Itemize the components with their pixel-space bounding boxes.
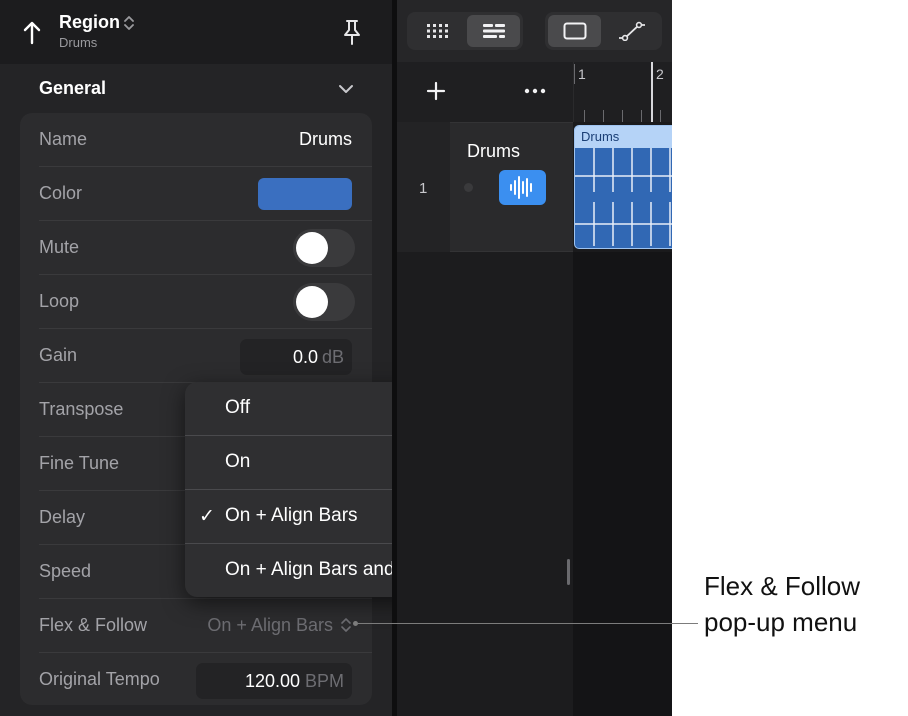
track-indicator bbox=[464, 183, 473, 192]
menu-item-on-align-bars-beats[interactable]: On + Align Bars and Beats bbox=[185, 544, 392, 597]
gain-field[interactable]: 0.0 dB bbox=[240, 339, 352, 375]
gain-label: Gain bbox=[39, 345, 78, 365]
callout-label: Flex & Follow pop-up menu bbox=[704, 568, 904, 640]
mute-label: Mute bbox=[39, 237, 80, 257]
ruler-tick bbox=[660, 110, 661, 122]
region-drum-pattern bbox=[575, 148, 672, 246]
original-tempo-field[interactable]: 120.00 BPM bbox=[196, 663, 352, 699]
list-icon bbox=[482, 24, 505, 38]
mode-segmented-control bbox=[545, 12, 662, 50]
name-label: Name bbox=[39, 129, 88, 149]
window-icon bbox=[563, 22, 586, 40]
pin-icon[interactable] bbox=[340, 18, 364, 46]
flex-follow-popup-menu: Off On ✓ On + Align Bars On + Align Bars… bbox=[185, 382, 392, 597]
fine-tune-label: Fine Tune bbox=[39, 453, 120, 473]
track-name[interactable]: Drums bbox=[467, 141, 520, 162]
tracks-view-button[interactable] bbox=[467, 15, 520, 47]
ruler-tick bbox=[584, 110, 585, 122]
region-name: Drums bbox=[581, 129, 620, 144]
menu-item-label: On + Align Bars and Beats bbox=[225, 559, 392, 580]
flex-follow-row[interactable]: Flex & Follow On + Align Bars bbox=[39, 599, 372, 653]
loop-row: Loop bbox=[39, 275, 372, 329]
original-tempo-label: Original Tempo bbox=[39, 669, 160, 689]
track-icon-button[interactable] bbox=[499, 170, 546, 205]
timeline-ruler[interactable]: 1 2 bbox=[573, 62, 672, 122]
region-inspector: Region Drums General Name Drums Color Mu… bbox=[0, 0, 392, 716]
original-tempo-value: 120.00 bbox=[244, 671, 300, 691]
track-list-empty-area bbox=[397, 252, 573, 716]
callout-leader-line bbox=[358, 623, 698, 624]
gain-value: 0.0 bbox=[292, 347, 318, 367]
region-header: Drums bbox=[575, 126, 672, 148]
gain-unit: dB bbox=[321, 347, 344, 367]
toggle-knob bbox=[296, 286, 328, 318]
name-row[interactable]: Name Drums bbox=[39, 113, 372, 167]
inspector-header: Region Drums bbox=[0, 0, 392, 64]
loop-label: Loop bbox=[39, 291, 80, 311]
tracks-toolbar bbox=[397, 0, 672, 62]
tracks-area: 1 2 1 Drums Drums bbox=[397, 0, 672, 716]
scroll-indicator[interactable] bbox=[567, 559, 570, 585]
automation-icon bbox=[619, 21, 645, 41]
waveform-icon bbox=[510, 176, 532, 199]
color-swatch[interactable] bbox=[258, 178, 352, 210]
ruler-bar-number: 1 bbox=[578, 66, 586, 82]
drums-region[interactable]: Drums bbox=[574, 125, 672, 249]
checkmark-icon: ✓ bbox=[199, 506, 215, 527]
ruler-tick bbox=[603, 110, 604, 122]
color-label: Color bbox=[39, 183, 83, 203]
timeline-empty-area bbox=[573, 252, 672, 716]
callout-line-2: pop-up menu bbox=[704, 607, 858, 637]
playhead[interactable] bbox=[651, 62, 653, 122]
plus-icon[interactable] bbox=[425, 80, 447, 102]
ruler-tick bbox=[574, 64, 575, 84]
mute-toggle[interactable] bbox=[293, 229, 355, 267]
flex-follow-value[interactable]: On + Align Bars bbox=[207, 615, 333, 636]
original-tempo-row: Original Tempo 120.00 BPM bbox=[39, 653, 372, 707]
flex-follow-label: Flex & Follow bbox=[39, 615, 148, 635]
mute-row: Mute bbox=[39, 221, 372, 275]
menu-item-on[interactable]: On bbox=[185, 436, 392, 490]
view-segmented-control bbox=[407, 12, 523, 50]
menu-item-on-align-bars[interactable]: ✓ On + Align Bars bbox=[185, 490, 392, 544]
back-arrow-icon[interactable] bbox=[20, 16, 46, 46]
ruler-bar-number: 2 bbox=[656, 66, 664, 82]
gain-row: Gain 0.0 dB bbox=[39, 329, 372, 383]
chevron-updown-icon[interactable] bbox=[340, 616, 352, 634]
toggle-knob bbox=[296, 232, 328, 264]
menu-item-label: On + Align Bars bbox=[225, 505, 358, 526]
delay-label: Delay bbox=[39, 507, 86, 527]
chevron-down-icon[interactable] bbox=[336, 82, 356, 96]
track-number: 1 bbox=[419, 180, 428, 197]
automation-button[interactable] bbox=[605, 15, 659, 47]
speed-label: Speed bbox=[39, 561, 92, 581]
window-button[interactable] bbox=[548, 15, 601, 47]
name-value[interactable]: Drums bbox=[299, 129, 352, 150]
grid-view-button[interactable] bbox=[410, 15, 464, 47]
color-row: Color bbox=[39, 167, 372, 221]
region-subtitle: Drums bbox=[59, 35, 98, 50]
region-title[interactable]: Region bbox=[59, 12, 120, 33]
transpose-label: Transpose bbox=[39, 399, 124, 419]
grid-icon bbox=[427, 24, 448, 38]
callout-line-1: Flex & Follow bbox=[704, 571, 861, 601]
ruler-tick bbox=[622, 110, 623, 122]
section-title-general[interactable]: General bbox=[39, 78, 106, 99]
ruler-tick bbox=[641, 110, 642, 122]
more-icon[interactable] bbox=[523, 84, 547, 98]
menu-item-off[interactable]: Off bbox=[185, 382, 392, 436]
loop-toggle[interactable] bbox=[293, 283, 355, 321]
original-tempo-unit: BPM bbox=[304, 671, 344, 691]
chevron-updown-icon[interactable] bbox=[123, 14, 135, 32]
menu-item-label: On bbox=[225, 451, 251, 472]
menu-item-label: Off bbox=[225, 397, 250, 418]
